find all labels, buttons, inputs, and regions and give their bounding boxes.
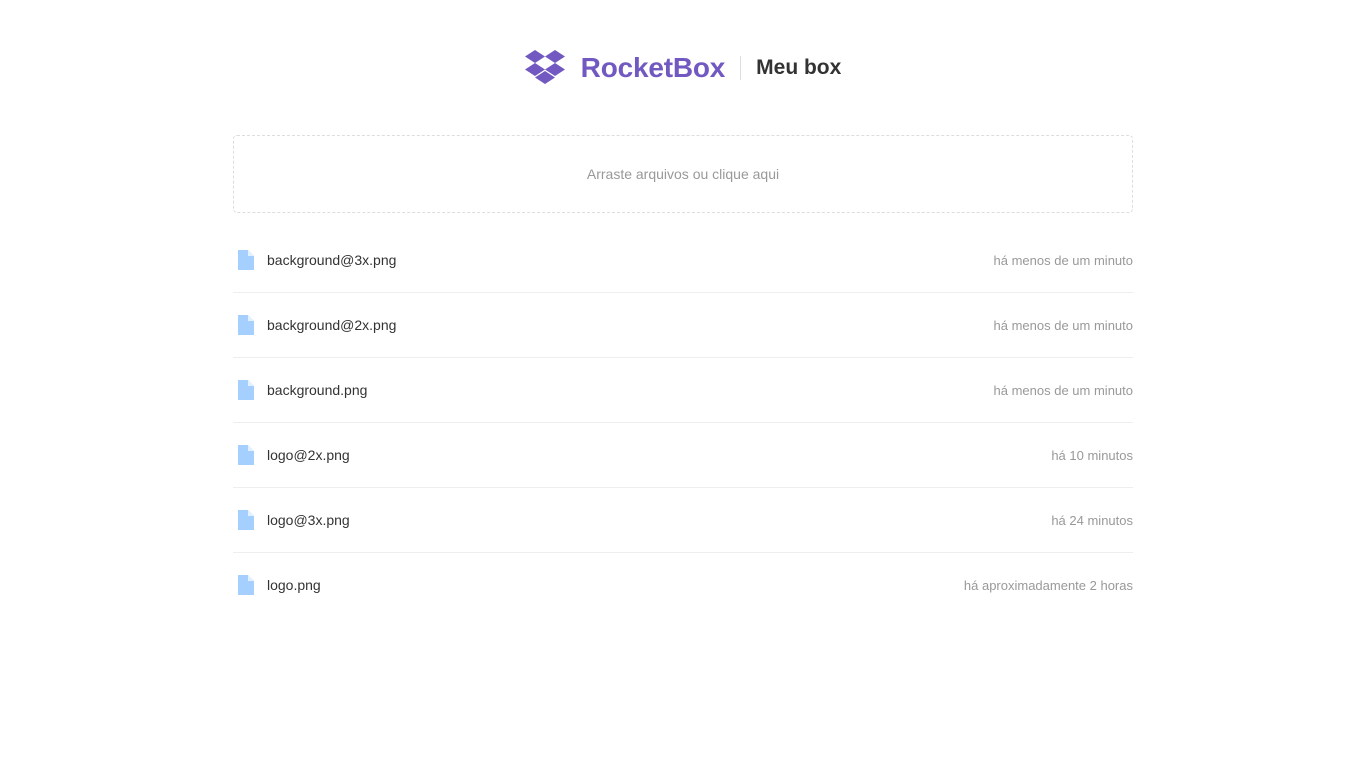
file-icon: [234, 378, 258, 402]
file-link[interactable]: background.png: [233, 378, 367, 402]
file-name: logo.png: [267, 577, 321, 593]
file-icon: [234, 248, 258, 272]
file-name: logo@2x.png: [267, 447, 350, 463]
file-icon: [234, 313, 258, 337]
file-link[interactable]: background@2x.png: [233, 313, 396, 337]
file-row: background@3x.png há menos de um minuto: [233, 228, 1133, 293]
box-title: Meu box: [756, 56, 842, 79]
page-container: RocketBox Meu box Arraste arquivos ou cl…: [233, 0, 1133, 617]
file-row: logo.png há aproximadamente 2 horas: [233, 553, 1133, 617]
file-row: logo@2x.png há 10 minutos: [233, 423, 1133, 488]
file-date: há 10 minutos: [1051, 447, 1133, 463]
file-icon: [234, 443, 258, 467]
dropzone-text: Arraste arquivos ou clique aqui: [586, 166, 780, 182]
file-date: há 24 minutos: [1051, 512, 1133, 528]
file-name: background@3x.png: [267, 252, 397, 268]
brand-name: RocketBox: [580, 52, 726, 83]
file-date: há menos de um minuto: [993, 252, 1133, 268]
upload-dropzone[interactable]: Arraste arquivos ou clique aqui: [233, 135, 1133, 213]
file-icon: [234, 573, 258, 597]
file-link[interactable]: logo@2x.png: [233, 443, 350, 467]
file-link[interactable]: background@3x.png: [233, 248, 396, 272]
file-row: logo@3x.png há 24 minutos: [233, 488, 1133, 553]
file-row: background.png há menos de um minuto: [233, 358, 1133, 423]
file-name: logo@3x.png: [267, 512, 350, 528]
file-name: background@2x.png: [267, 317, 397, 333]
file-list: background@3x.png há menos de um minuto …: [233, 228, 1133, 617]
file-date: há aproximadamente 2 horas: [963, 577, 1133, 593]
file-row: background@2x.png há menos de um minuto: [233, 293, 1133, 358]
header: RocketBox Meu box: [233, 48, 1133, 88]
header-divider: [740, 56, 742, 80]
logo: RocketBox: [524, 50, 726, 86]
file-link[interactable]: logo.png: [233, 573, 321, 597]
file-date: há menos de um minuto: [993, 317, 1133, 333]
file-icon: [234, 508, 258, 532]
file-name: background.png: [267, 382, 368, 398]
file-date: há menos de um minuto: [993, 382, 1133, 398]
file-link[interactable]: logo@3x.png: [233, 508, 350, 532]
dropbox-logo-icon: [524, 50, 565, 86]
